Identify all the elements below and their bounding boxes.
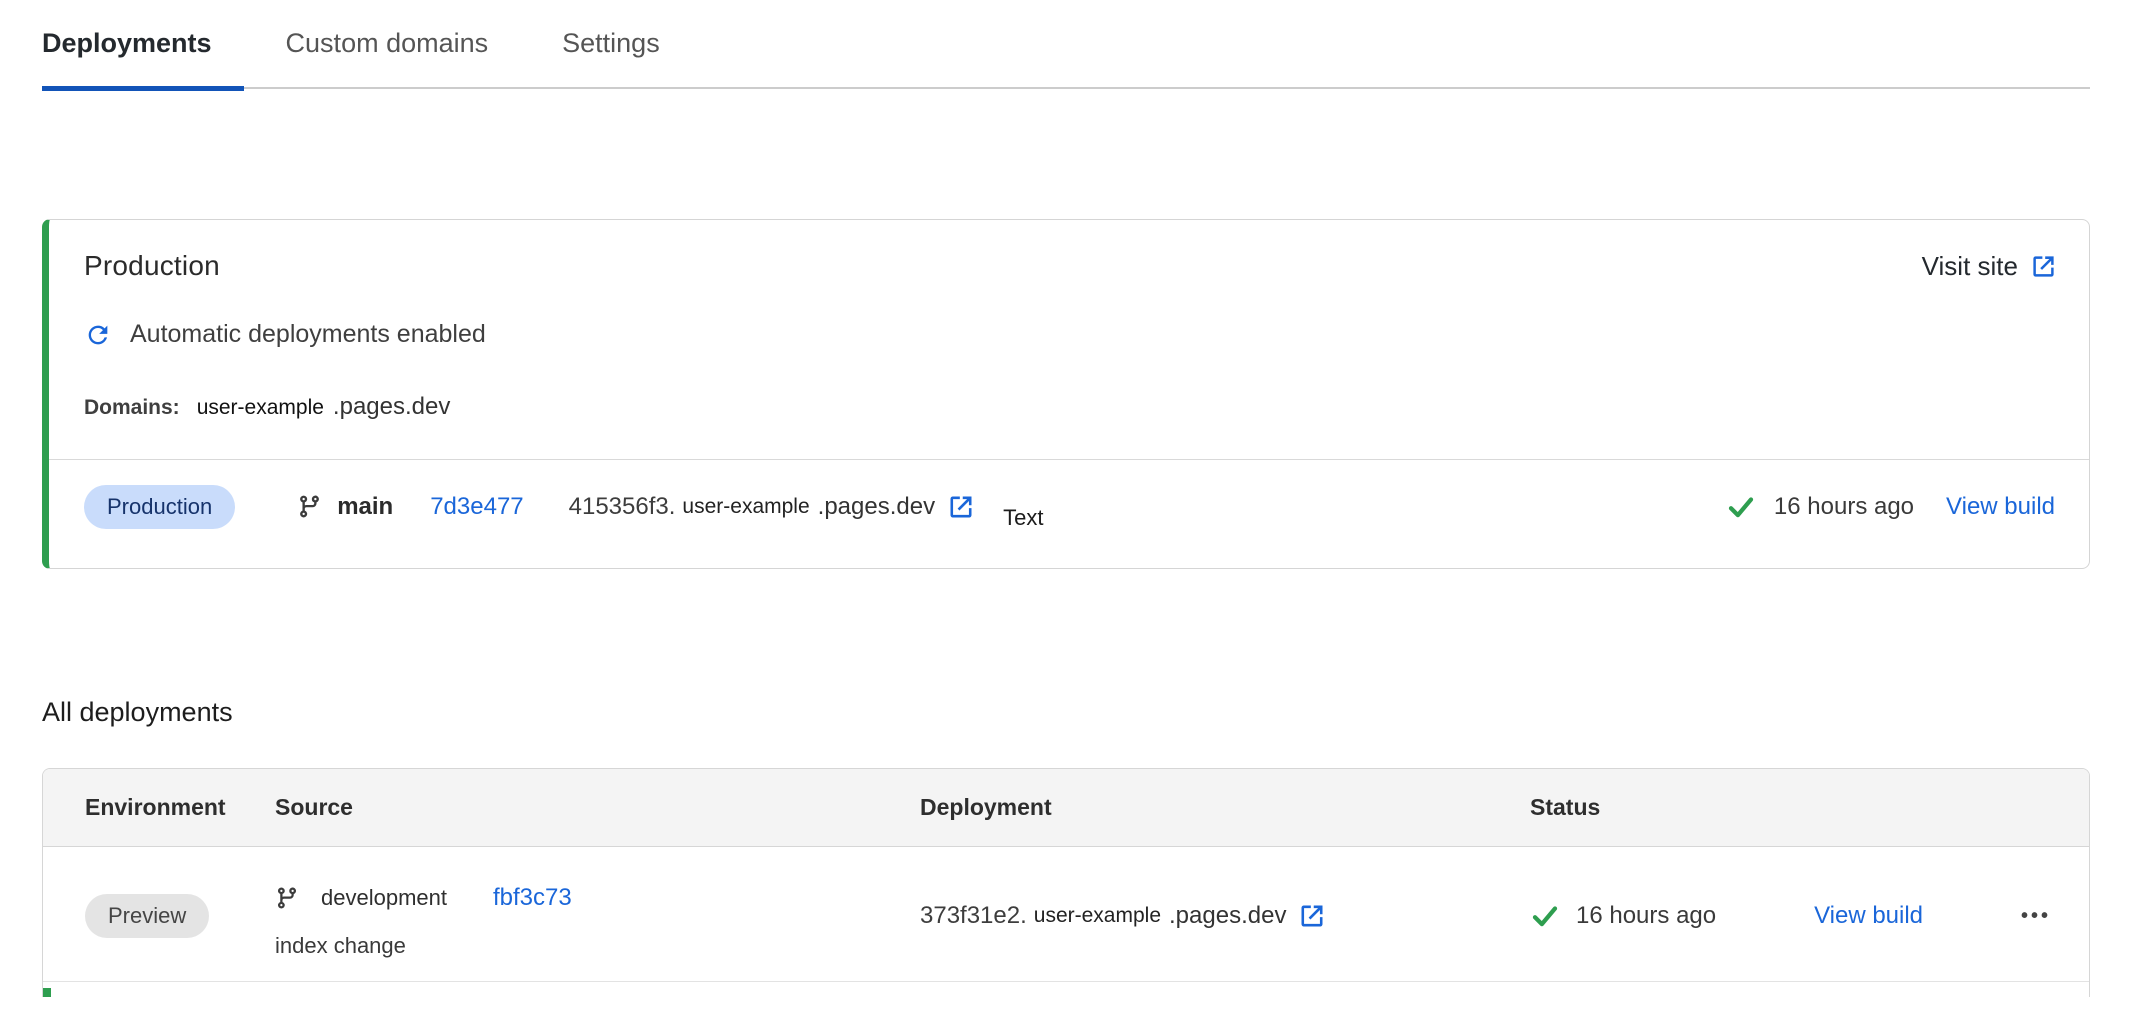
auto-deployments-status: Automatic deployments enabled	[130, 320, 486, 349]
visit-site-label: Visit site	[1922, 251, 2018, 282]
production-deployment-row: Production main 7d3e477 415356f3. user-e…	[49, 460, 2089, 553]
view-build-link[interactable]: View build	[1946, 493, 2055, 521]
commit-link[interactable]: 7d3e477	[430, 493, 523, 521]
tab-bar-divider	[42, 87, 2090, 89]
deployment-url-prefix: 415356f3.	[569, 493, 676, 521]
external-link-icon[interactable]	[1298, 902, 1326, 930]
tab-settings[interactable]: Settings	[562, 28, 660, 89]
tab-custom-domains-label: Custom domains	[286, 28, 489, 58]
text-annotation: Text	[1003, 505, 1043, 531]
branch-name: development	[321, 885, 447, 911]
column-header-status: Status	[1530, 794, 2089, 821]
domain-suffix: .pages.dev	[333, 393, 450, 421]
deployments-table: Environment Source Deployment Status Pre…	[42, 768, 2090, 997]
next-row-indicator	[42, 988, 51, 997]
git-branch-icon	[297, 494, 322, 519]
column-header-deployment: Deployment	[920, 794, 1530, 821]
production-card-title: Production	[84, 250, 220, 282]
active-tab-indicator	[42, 86, 244, 91]
deployment-url-name: user-example	[682, 495, 809, 519]
success-check-icon	[1726, 492, 1756, 522]
external-link-icon[interactable]	[947, 493, 975, 521]
commit-link[interactable]: fbf3c73	[493, 884, 572, 912]
visit-site-link[interactable]: Visit site	[1922, 251, 2057, 282]
view-build-link[interactable]: View build	[1814, 902, 1923, 930]
all-deployments-heading: All deployments	[42, 697, 2090, 728]
production-card: Production Visit site Automatic deployme…	[42, 219, 2090, 569]
git-branch-icon	[275, 886, 299, 910]
tab-settings-label: Settings	[562, 28, 660, 58]
deployment-url-name: user-example	[1034, 904, 1161, 928]
tab-deployments[interactable]: Deployments	[42, 28, 212, 89]
deployment-url-suffix: .pages.dev	[818, 493, 935, 521]
column-header-source: Source	[275, 794, 920, 821]
deployment-time: 16 hours ago	[1774, 493, 1914, 521]
deployment-time: 16 hours ago	[1576, 902, 1716, 930]
tab-deployments-label: Deployments	[42, 28, 212, 58]
branch-name: main	[337, 493, 393, 521]
refresh-icon	[84, 321, 112, 349]
table-header-row: Environment Source Deployment Status	[43, 769, 2089, 847]
table-row: Preview development fbf3c73 index change…	[43, 847, 2089, 982]
deployment-url-prefix: 373f31e2.	[920, 902, 1027, 930]
external-link-icon	[2030, 253, 2057, 280]
commit-message: index change	[275, 933, 920, 959]
deployment-url-suffix: .pages.dev	[1169, 902, 1286, 930]
domains-label: Domains:	[84, 396, 180, 420]
domain-name: user-example	[197, 396, 324, 420]
environment-badge-production: Production	[84, 485, 235, 529]
success-check-icon	[1530, 901, 1560, 931]
row-menu-ellipsis-icon[interactable]: •••	[2021, 905, 2051, 928]
environment-badge-preview: Preview	[85, 894, 209, 938]
tab-bar: Deployments Custom domains Settings	[42, 0, 2090, 89]
column-header-environment: Environment	[85, 794, 275, 821]
tab-custom-domains[interactable]: Custom domains	[286, 28, 489, 89]
